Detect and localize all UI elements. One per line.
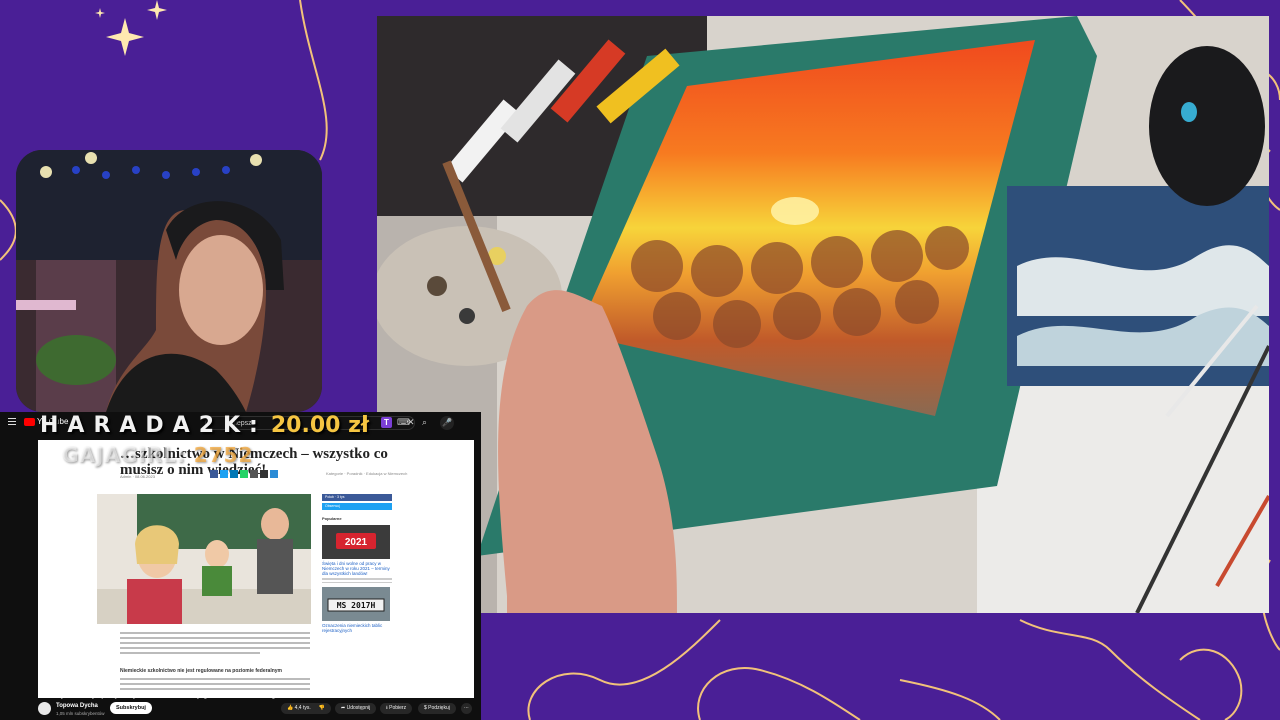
twitter-share-icon — [220, 470, 228, 478]
linkedin-share-icon — [230, 470, 238, 478]
card2-plate: MS 2017H — [337, 601, 376, 610]
dislike-icon[interactable]: 👎 — [319, 705, 325, 711]
more-actions-button[interactable]: ⋯ — [461, 703, 472, 714]
article-hero-image — [97, 494, 311, 624]
sidebar-text-line — [322, 578, 392, 580]
goal-alert: GAJAGIRL: 2752 — [62, 443, 253, 467]
channel-name[interactable]: Topowa Dycha — [56, 703, 98, 709]
article-text-line — [120, 683, 310, 685]
microphone-icon[interactable]: 🎤 — [440, 416, 454, 430]
sidebar-card-image: 2021 — [322, 525, 390, 559]
donation-amount: 20.00 zł — [270, 413, 370, 438]
donation-overlay: HARADA2K: 20.00 zł GAJAGIRL: 2752 — [40, 413, 369, 467]
facebook-share-icon — [210, 470, 218, 478]
donor-name: HARADA2K: — [40, 413, 267, 438]
sidebar-card-link: Oznaczenia niemieckich tablic rejestracy… — [322, 623, 383, 633]
follow-button: Obserwuj — [322, 503, 392, 510]
article-text-line — [120, 652, 260, 654]
search-icon[interactable]: ⌕ — [422, 417, 427, 428]
article-text-line — [120, 678, 310, 680]
article-text-line — [120, 647, 310, 649]
video-title: 10 krajów z najlepszym systemem edukacji… — [38, 690, 275, 699]
facebook-like-button: Polub · 3 tys — [322, 494, 392, 501]
sidebar-heading: Popularne — [322, 516, 342, 521]
article-sidebar: Polub · 3 tys Obserwuj Popularne 2021 Św… — [322, 494, 392, 633]
card1-badge: 2021 — [345, 537, 368, 548]
download-button[interactable]: ⭳ Pobierz — [380, 703, 413, 714]
youtube-logo-icon[interactable] — [24, 418, 35, 426]
download-label: Pobierz — [389, 705, 407, 711]
article-section-heading: Niemieckie szkolnictwo nie jest regulowa… — [120, 668, 282, 674]
email-share-icon — [250, 470, 258, 478]
sidebar-card-image: MS 2017H — [322, 587, 390, 621]
goal-name: GAJAGIRL: — [62, 443, 186, 467]
whatsapp-share-icon — [240, 470, 248, 478]
article-meta: Admin · 08.06.2023 — [120, 474, 155, 479]
subscribe-button[interactable]: Subskrybuj — [110, 702, 152, 714]
menu-icon[interactable] — [8, 418, 16, 427]
extension-icon[interactable]: T — [381, 417, 392, 428]
article-breadcrumb: Kategorie · Poradnik · Edukacja w Niemcz… — [326, 471, 408, 476]
like-count: 4,4 tys. — [294, 705, 311, 711]
subscriber-count: 1,05 mln subskrybentów — [56, 711, 105, 716]
article-text-line — [120, 632, 310, 634]
sidebar-card-link: Święta i dni wolne od pracy w Niemczech … — [322, 561, 390, 576]
clear-search-icon[interactable]: ✕ — [407, 417, 415, 428]
goal-amount: 2752 — [193, 443, 254, 467]
print-share-icon — [260, 470, 268, 478]
channel-avatar[interactable] — [38, 702, 51, 715]
donation-alert: HARADA2K: 20.00 zł — [40, 413, 369, 438]
link-share-icon — [270, 470, 278, 478]
article-text-line — [120, 637, 310, 639]
like-button[interactable]: 👍 4,4 tys. 👎 — [281, 703, 331, 714]
thanks-label: Podziękuj — [428, 705, 450, 711]
painting-camera-view — [377, 16, 1269, 613]
share-button[interactable]: ➦ Udostępnij — [335, 703, 377, 714]
video-frame-website[interactable]: …szkolnictwo w Niemczech – wszystko co m… — [38, 440, 474, 698]
article-text-line — [120, 642, 310, 644]
share-label: Udostępnij — [346, 705, 371, 711]
sidebar-text-line — [322, 581, 392, 583]
thanks-button[interactable]: $ Podziękuj — [418, 703, 456, 714]
like-icon: 👍 — [287, 705, 295, 711]
streamer-webcam — [16, 150, 322, 412]
